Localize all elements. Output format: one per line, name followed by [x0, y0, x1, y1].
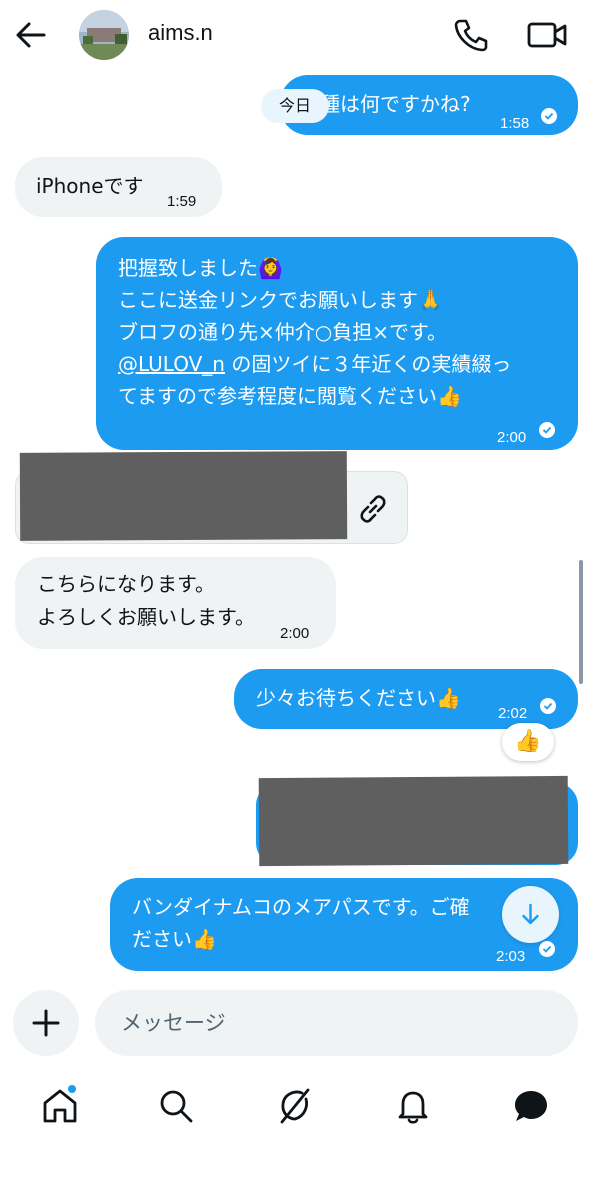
outgoing-message[interactable]: 少々お待ちください👍 2:02 [234, 669, 578, 729]
add-attachment-button[interactable] [13, 990, 79, 1056]
date-separator: 今日 [261, 89, 329, 123]
link-button[interactable] [356, 492, 390, 526]
link-icon [360, 495, 386, 523]
message-line: 把握致しました🙆‍♀️ [118, 256, 283, 280]
messages-icon [515, 1091, 547, 1121]
read-receipt-icon [541, 108, 557, 124]
avatar[interactable] [79, 10, 129, 60]
plus-icon [32, 1009, 60, 1037]
video-icon [527, 22, 567, 48]
message-text: 少々お待ちください👍 [256, 686, 461, 710]
mention-link[interactable]: @LULOV_n [118, 352, 225, 376]
reaction-badge[interactable]: 👍 [502, 723, 554, 761]
bell-icon [398, 1091, 428, 1124]
read-receipt-icon [539, 422, 555, 438]
message-time: 2:00 [280, 625, 310, 642]
call-button[interactable] [452, 17, 490, 53]
message-text: iPhoneです [36, 174, 144, 198]
nav-messages[interactable] [511, 1086, 551, 1126]
message-line: @LULOV_n の固ツイに３年近くの実績綴っ [118, 349, 511, 380]
read-receipt-icon [540, 698, 556, 714]
message-time: 1:58 [500, 115, 530, 132]
incoming-message[interactable]: こちらになります。 よろしくお願いします。 2:00 [15, 557, 336, 649]
message-input[interactable]: メッセージ [95, 990, 578, 1056]
conversation-header: aims.n [0, 0, 591, 70]
arrow-down-icon [522, 903, 539, 925]
grok-icon [280, 1088, 310, 1124]
read-receipt-icon [539, 941, 555, 957]
message-text: の固ツイに３年近くの実績綴っ [224, 352, 512, 376]
message-time: 1:59 [167, 193, 197, 210]
message-line: ブロフの通り先×仲介○負担×です。 [118, 320, 447, 344]
notification-dot [66, 1083, 78, 1095]
search-icon [160, 1090, 193, 1123]
message-time: 2:00 [497, 429, 527, 446]
incoming-message[interactable]: iPhoneです 1:59 [15, 157, 222, 217]
conversation-title[interactable]: aims.n [148, 20, 213, 46]
redacted-block [19, 451, 348, 541]
message-line: ださい👍 [132, 927, 217, 951]
back-arrow-icon [16, 22, 46, 48]
outgoing-message[interactable]: 把握致しました🙆‍♀️ ここに送金リンクでお願いします🙏 ブロフの通り先×仲介○… [96, 237, 578, 450]
phone-icon [454, 19, 488, 52]
message-time: 2:03 [496, 948, 526, 965]
video-call-button[interactable] [526, 19, 568, 51]
nav-notifications[interactable] [393, 1086, 433, 1126]
message-line: こちらになります。 [37, 572, 215, 596]
nav-search[interactable] [156, 1086, 196, 1126]
message-line: バンダイナムコのメアパスです。ご確 [132, 895, 470, 919]
nav-grok[interactable] [275, 1086, 315, 1126]
back-button[interactable] [14, 20, 48, 50]
scroll-to-bottom-button[interactable] [502, 886, 559, 943]
message-text: 種は何ですかね? [320, 92, 471, 116]
redacted-block [258, 775, 569, 867]
message-line: てますので参考程度に閲覧ください👍 [118, 384, 462, 408]
message-line: ここに送金リンクでお願いします🙏 [118, 288, 443, 312]
message-line: よろしくお願いします。 [37, 605, 255, 629]
scrollbar[interactable] [579, 560, 583, 684]
